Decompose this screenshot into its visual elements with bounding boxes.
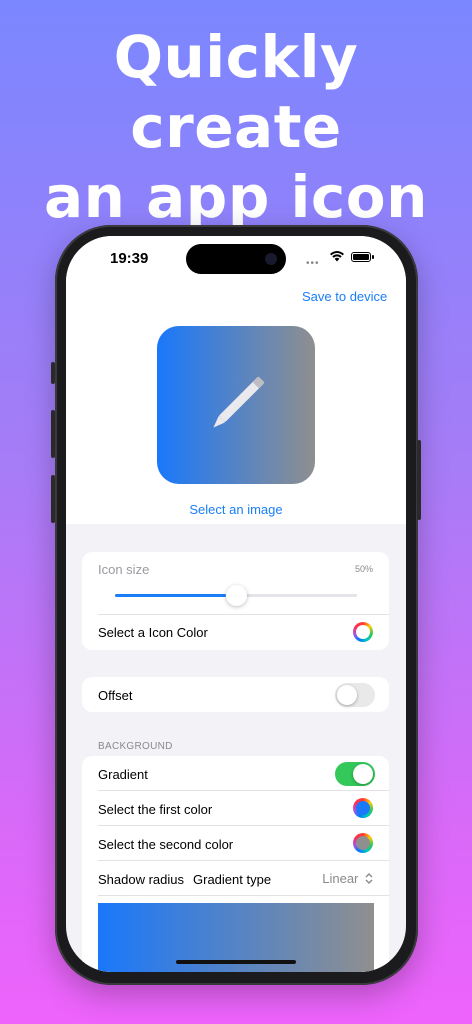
first-color-label: Select the first color — [98, 802, 213, 817]
slider-fill — [115, 594, 226, 597]
divider — [98, 614, 389, 615]
first-color-picker[interactable] — [353, 798, 373, 818]
offset-label: Offset — [98, 688, 133, 703]
icon-size-value: 50% — [354, 564, 373, 574]
divider — [98, 790, 389, 791]
divider — [98, 825, 389, 826]
volume-up-button — [51, 410, 55, 458]
divider — [98, 895, 389, 896]
gradient-type-label: Gradient type — [193, 872, 272, 887]
gradient-label: Gradient — [98, 767, 148, 782]
status-bar: 19:39 ••• — [66, 236, 406, 286]
select-image-button[interactable]: Select an image — [66, 502, 406, 517]
icon-preview[interactable] — [157, 326, 315, 484]
toggle-knob — [353, 764, 373, 784]
divider — [98, 860, 389, 861]
offset-card: Offset — [82, 677, 389, 712]
icon-color-picker[interactable] — [353, 622, 373, 642]
headline-line-1: Quickly create — [113, 23, 359, 161]
phone-screen: 19:39 ••• Save to device Select an image… — [66, 236, 406, 972]
pencil-icon — [213, 376, 265, 428]
volume-down-button — [51, 475, 55, 523]
second-color-label: Select the second color — [98, 837, 234, 852]
dynamic-island — [186, 244, 286, 274]
battery-icon — [351, 252, 374, 262]
gradient-toggle[interactable] — [335, 762, 375, 786]
slider-thumb[interactable] — [226, 585, 247, 606]
status-time: 19:39 — [110, 250, 149, 267]
icon-size-slider[interactable] — [115, 585, 357, 606]
offset-toggle[interactable] — [335, 683, 375, 707]
headline-line-2: an app icon — [44, 163, 428, 231]
wifi-icon — [330, 251, 344, 262]
icon-settings-card: Icon size 50% Select a Icon Color — [82, 552, 389, 650]
background-section-title: BACKGROUND — [98, 741, 173, 752]
second-color-picker[interactable] — [353, 833, 373, 853]
signal-dots-icon: ••• — [306, 258, 320, 269]
gradient-type-select[interactable]: Linear — [322, 871, 373, 886]
icon-size-label: Icon size — [98, 562, 150, 577]
camera-icon — [265, 253, 277, 265]
icon-color-label: Select a Icon Color — [98, 625, 208, 640]
gradient-type-value: Linear — [322, 871, 359, 886]
home-indicator — [176, 960, 296, 964]
shadow-radius-label: Shadow radius — [98, 872, 184, 887]
save-to-device-button[interactable]: Save to device — [302, 289, 387, 304]
chevron-up-down-icon — [365, 873, 373, 884]
power-button — [417, 440, 421, 520]
headline: Quickly create an app icon — [0, 22, 472, 232]
toggle-knob — [337, 685, 357, 705]
mute-button — [51, 362, 55, 384]
